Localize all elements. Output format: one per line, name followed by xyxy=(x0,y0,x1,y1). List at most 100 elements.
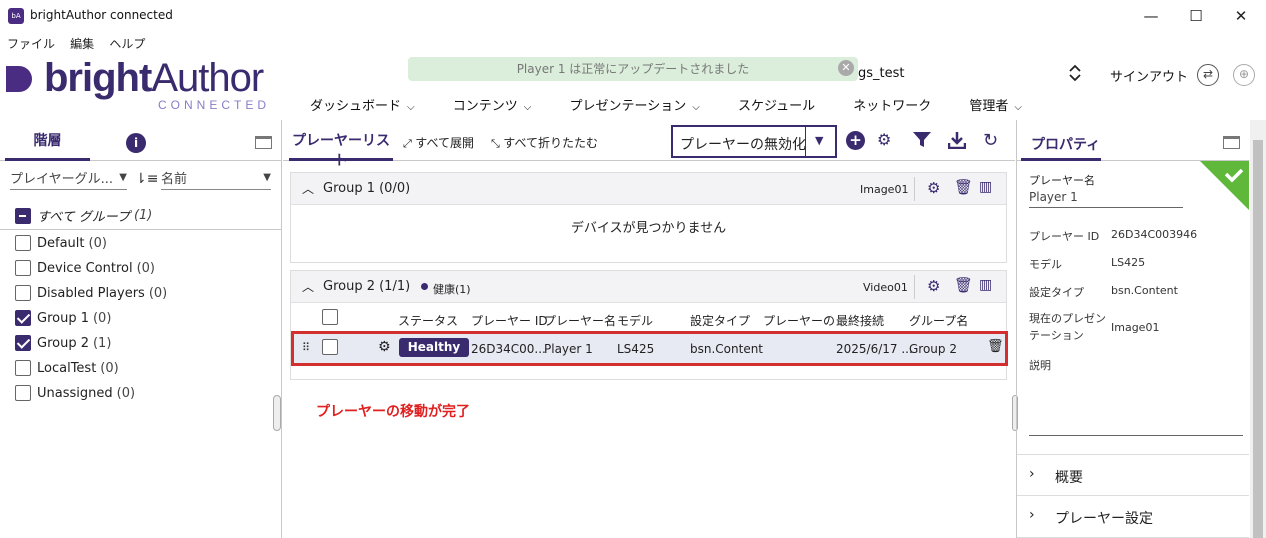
column-player-name[interactable]: プレーヤー名 xyxy=(544,312,616,329)
group-item-disabled-players[interactable]: Disabled Players (0) xyxy=(15,285,167,307)
chevron-right-icon: › xyxy=(1029,466,1035,482)
minimize-button[interactable]: — xyxy=(1129,2,1173,30)
cell-player-name: Player 1 xyxy=(544,342,593,356)
collapse-all-button[interactable]: ⤡ すべて折りたたむ xyxy=(491,134,598,151)
chevron-down-icon: ⌵ xyxy=(1014,102,1022,113)
drag-grip-icon[interactable]: ⠿ xyxy=(302,341,310,354)
nav-network[interactable]: ネットワーク xyxy=(853,95,931,114)
settings-gears-icon[interactable]: ⚙ xyxy=(877,130,891,149)
account-switch-icon[interactable] xyxy=(1068,64,1082,86)
section-player-settings-label: プレーヤー設定 xyxy=(1055,511,1153,527)
group1-title: Group 1 (0/0) xyxy=(323,181,411,196)
group-item-localtest[interactable]: LocalTest (0) xyxy=(15,360,119,382)
player-name-field[interactable]: Player 1 xyxy=(1029,190,1183,208)
group1-header: ︿ Group 1 (0/0) Image01 ⚙ 🗑 ▥ xyxy=(291,173,1006,205)
group-settings-icon[interactable]: ⚙ xyxy=(927,179,940,197)
column-description[interactable]: プレーヤーの説明 xyxy=(763,312,835,329)
expand-all-button[interactable]: ⤢ すべて展開 xyxy=(403,134,474,151)
table-header: ステータス プレーヤー ID プレーヤー名 モデル 設定タイプ プレーヤーの説明… xyxy=(291,304,1006,330)
left-resize-handle[interactable] xyxy=(273,395,281,431)
filter-icon[interactable] xyxy=(913,132,931,152)
group-item-device-control[interactable]: Device Control (0) xyxy=(15,260,155,282)
info-icon[interactable]: i xyxy=(126,133,146,153)
refresh-icon[interactable]: ↻ xyxy=(983,130,998,151)
chevron-up-icon[interactable]: ︿ xyxy=(302,180,314,197)
sort-select[interactable]: 名前 ▼ xyxy=(161,168,271,190)
scrollbar-thumb[interactable] xyxy=(1253,140,1263,538)
all-groups-checkbox-row[interactable]: すべて グループ (1) xyxy=(15,206,152,228)
chevron-down-icon: ⌵ xyxy=(407,102,415,113)
tab-properties[interactable]: プロパティ xyxy=(1021,132,1101,161)
chevron-up-icon[interactable]: ︿ xyxy=(302,278,314,295)
section-overview[interactable]: › 概要 xyxy=(1017,454,1249,496)
nav-schedule[interactable]: スケジュール xyxy=(738,95,815,114)
move-complete-annotation: プレーヤーの移動が完了 xyxy=(316,404,470,420)
section-player-settings[interactable]: › プレーヤー設定 xyxy=(1017,496,1249,538)
description-textarea[interactable] xyxy=(1029,374,1243,436)
panel-maximize-icon[interactable] xyxy=(255,136,272,149)
globe-icon[interactable]: ⊕ xyxy=(1233,64,1255,86)
nav-dashboard[interactable]: ダッシュボード ⌵ xyxy=(310,95,415,114)
column-status[interactable]: ステータス xyxy=(398,312,458,329)
player-action-select[interactable]: プレーヤーの無効化 ▼ xyxy=(671,125,837,158)
group-item-group1[interactable]: Group 1 (0) xyxy=(15,310,111,332)
add-player-icon[interactable]: + xyxy=(846,131,865,150)
column-player-id[interactable]: プレーヤー ID xyxy=(471,312,548,329)
menu-help[interactable]: ヘルプ xyxy=(109,33,145,55)
group-checkbox[interactable] xyxy=(15,260,31,276)
tab-player-list[interactable]: プレーヤーリスト xyxy=(289,128,393,169)
group-item-group2[interactable]: Group 2 (1) xyxy=(15,335,111,357)
group-count: (0) xyxy=(92,310,112,326)
table-row[interactable]: ⠿ ⚙ Healthy 26D34C00... Player 1 LS425 b… xyxy=(291,331,1008,366)
group-checkbox[interactable] xyxy=(15,360,31,376)
trash-icon[interactable]: 🗑 xyxy=(954,178,973,196)
group-settings-icon[interactable]: ⚙ xyxy=(927,277,940,295)
group-item-unassigned[interactable]: Unassigned (0) xyxy=(15,385,135,407)
group-checkbox[interactable] xyxy=(15,235,31,251)
map-icon[interactable]: ▥ xyxy=(979,277,992,293)
group-filter-select[interactable]: プレイヤーグル... ▼ xyxy=(10,168,127,190)
nav-presentation[interactable]: プレゼンテーション ⌵ xyxy=(570,95,700,114)
column-model[interactable]: モデル xyxy=(617,312,653,329)
caret-down-icon: ▼ xyxy=(815,134,824,147)
maximize-button[interactable]: ☐ xyxy=(1174,2,1218,30)
row-checkbox[interactable] xyxy=(322,339,338,355)
trash-icon[interactable]: 🗑 xyxy=(954,276,973,294)
group-count: (0) xyxy=(136,260,156,276)
status-check-corner xyxy=(1200,161,1249,210)
select-all-checkbox[interactable] xyxy=(322,309,338,325)
close-window-button[interactable]: ✕ xyxy=(1219,2,1263,30)
toast-close-icon[interactable]: ✕ xyxy=(838,60,854,76)
sync-icon[interactable]: ⇄ xyxy=(1197,64,1219,86)
column-group-name[interactable]: グループ名 xyxy=(909,312,968,329)
menu-file[interactable]: ファイル xyxy=(7,33,55,55)
group-checkbox[interactable] xyxy=(15,385,31,401)
group-checkbox[interactable] xyxy=(15,310,31,326)
column-last-connected[interactable]: 最終接続 xyxy=(836,312,884,329)
sort-order-icon[interactable]: ⇂≡ xyxy=(135,171,158,187)
player-action-value: プレーヤーの無効化 xyxy=(680,137,806,153)
all-groups-count: (1) xyxy=(133,208,153,223)
prop-label-player-id: プレーヤー ID xyxy=(1029,230,1100,243)
group-checkbox[interactable] xyxy=(15,335,31,351)
group-item-default[interactable]: Default (0) xyxy=(15,235,107,257)
status-badge: Healthy xyxy=(399,338,469,357)
panel-maximize-icon[interactable] xyxy=(1223,136,1240,149)
row-trash-icon[interactable]: 🗑 xyxy=(987,339,1004,354)
row-settings-icon[interactable]: ⚙ xyxy=(378,339,391,355)
group2-presentation: Video01 xyxy=(863,281,908,294)
tab-hierarchy[interactable]: 階層 xyxy=(5,128,90,161)
menu-edit[interactable]: 編集 xyxy=(70,33,94,55)
all-groups-label: すべて グループ xyxy=(37,210,130,225)
prop-value-player-id: 26D34C003946 xyxy=(1111,228,1198,241)
properties-scrollbar[interactable] xyxy=(1250,120,1266,538)
nav-content[interactable]: コンテンツ ⌵ xyxy=(453,95,532,114)
map-icon[interactable]: ▥ xyxy=(979,179,992,195)
group-checkbox[interactable] xyxy=(15,285,31,301)
cell-model: LS425 xyxy=(617,342,655,356)
column-setup-type[interactable]: 設定タイプ xyxy=(690,312,750,329)
download-icon[interactable] xyxy=(947,131,967,153)
nav-admin[interactable]: 管理者 ⌵ xyxy=(969,95,1022,114)
all-groups-checkbox[interactable] xyxy=(15,207,31,224)
signout-link[interactable]: サインアウト xyxy=(1110,66,1188,85)
